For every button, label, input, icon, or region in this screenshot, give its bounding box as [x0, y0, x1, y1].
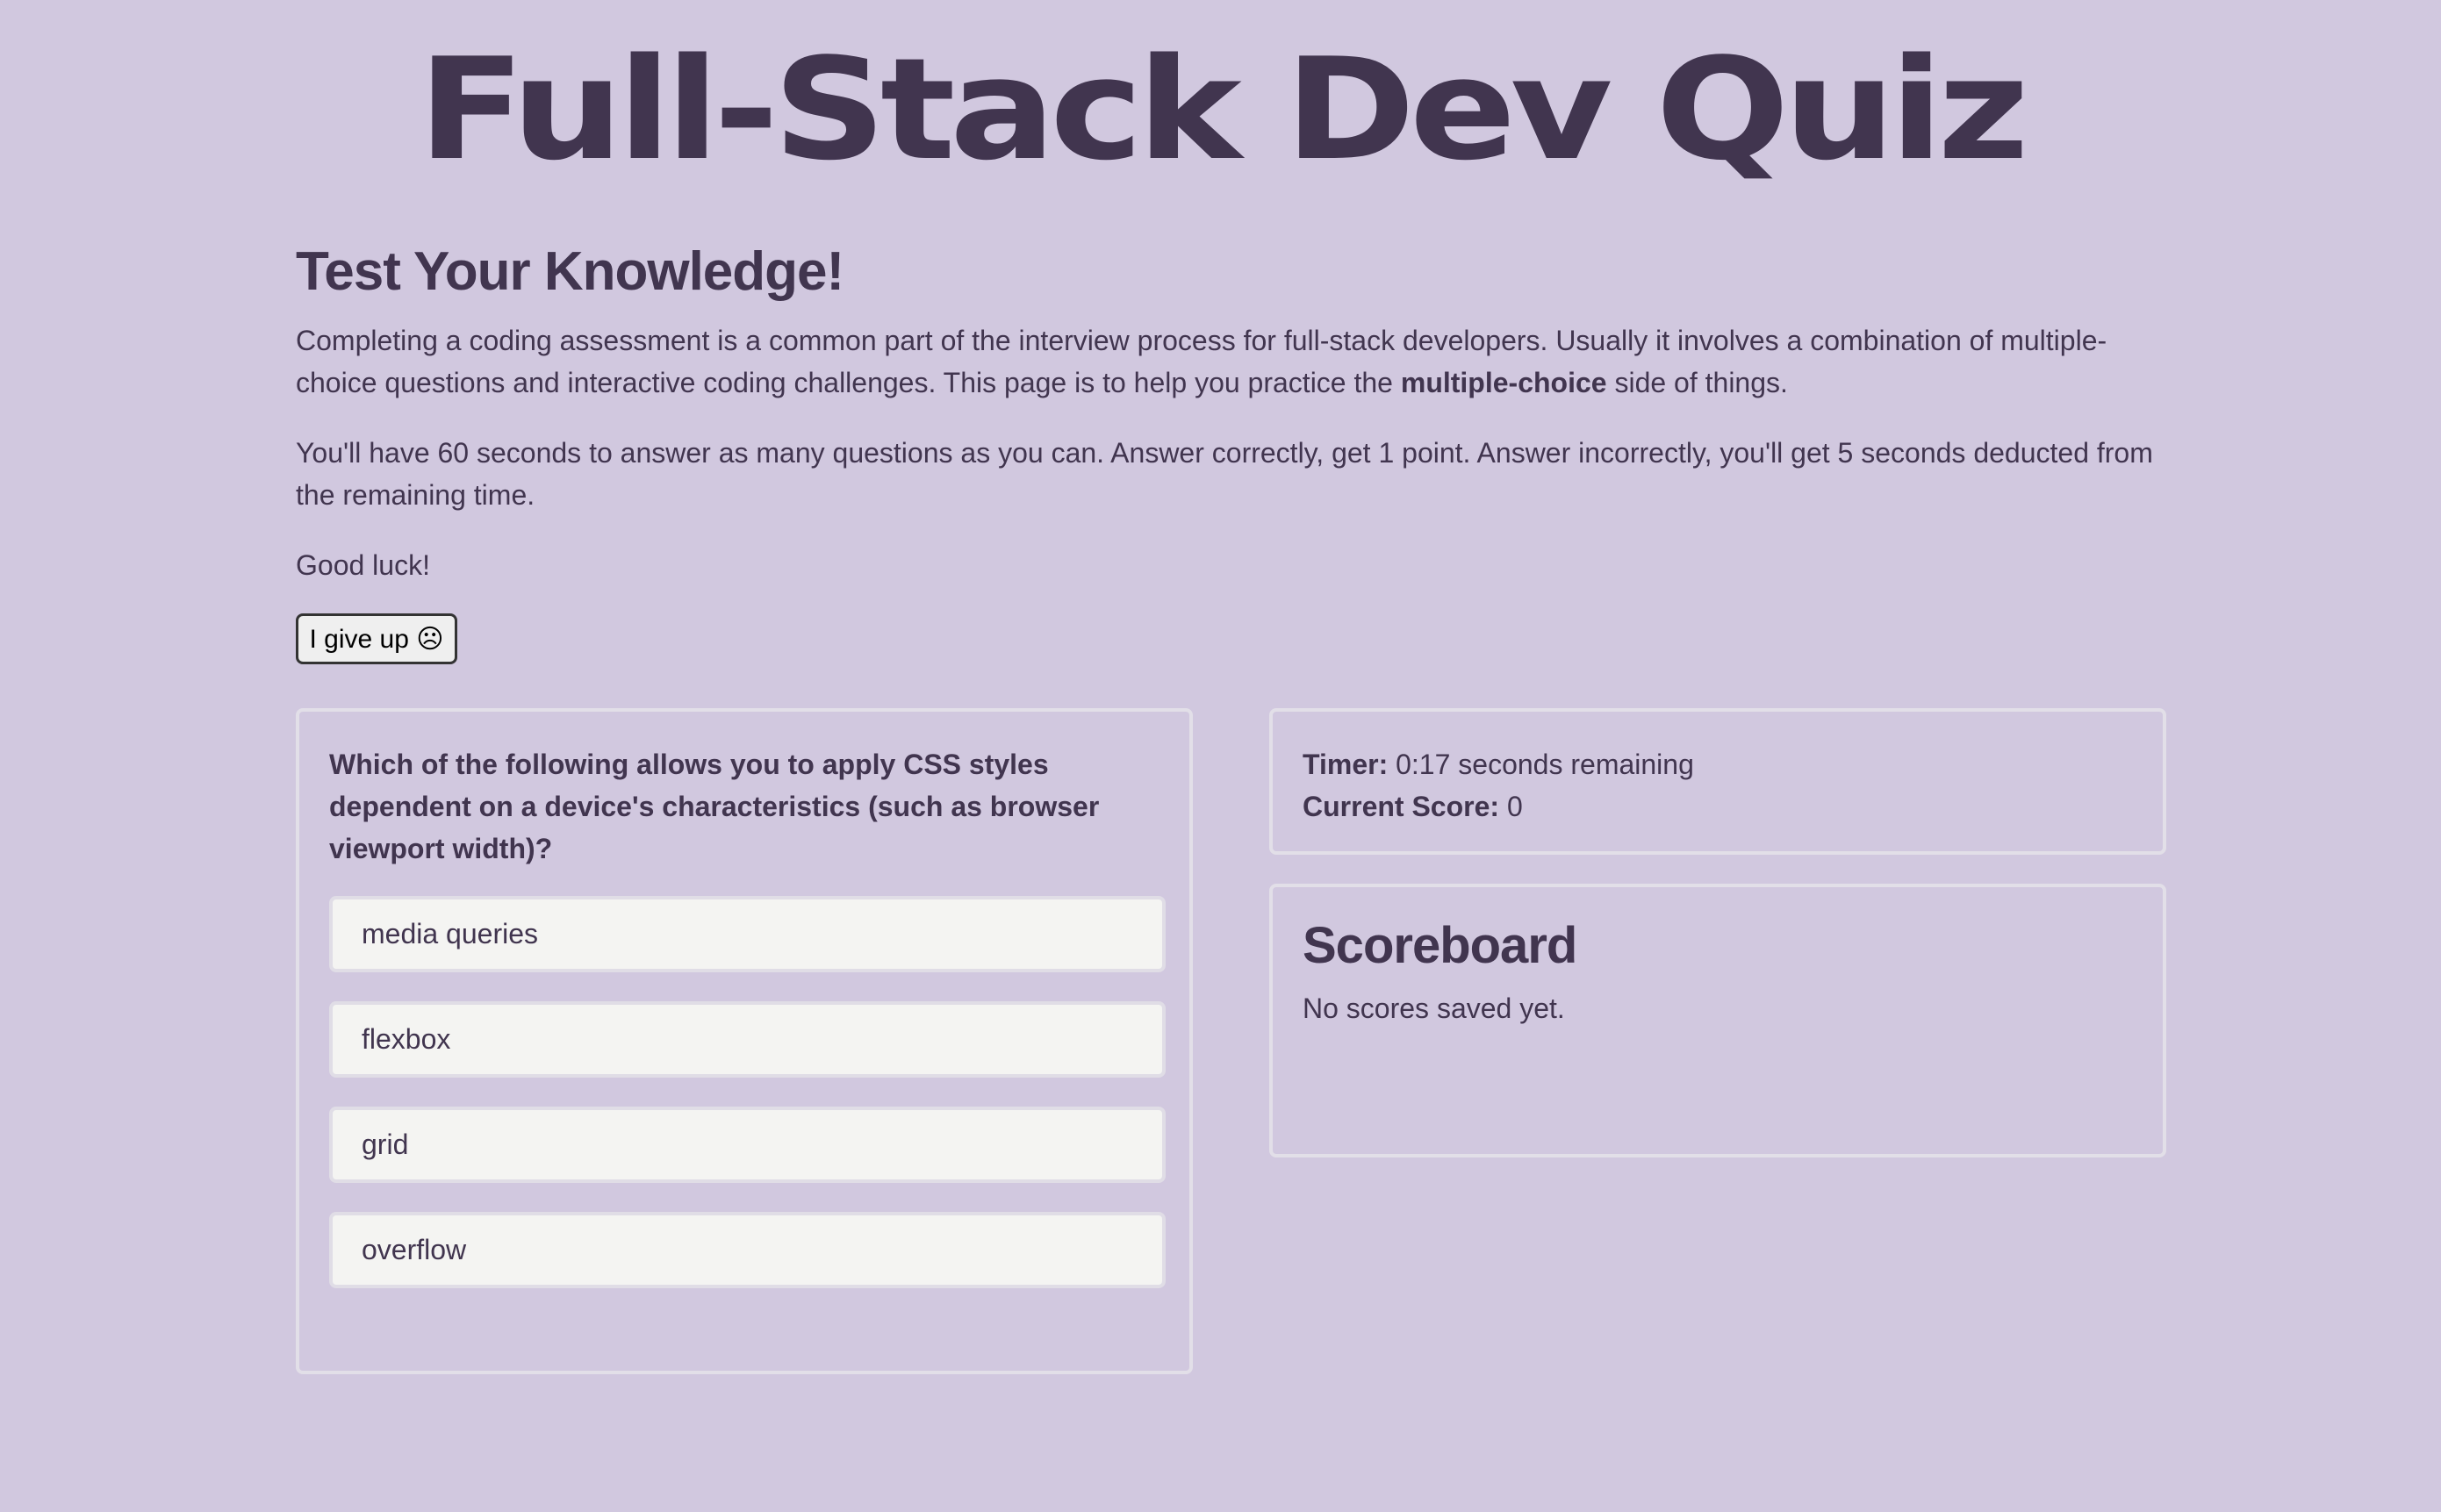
status-card: Timer: 0:17 seconds remaining Current Sc… [1269, 708, 2166, 855]
answer-option[interactable]: overflow [329, 1212, 1166, 1288]
answer-option[interactable]: media queries [329, 896, 1166, 972]
intro-paragraph-good-luck: Good luck! [296, 549, 430, 581]
scoreboard-heading: Scoreboard [1303, 917, 1577, 974]
answer-option[interactable]: flexbox [329, 1001, 1166, 1078]
score-row: Current Score: 0 [1303, 785, 2133, 828]
intro-heading: Test Your Knowledge! [296, 241, 844, 302]
question-text: Which of the following allows you to app… [329, 749, 1100, 864]
intro-bold-text: multiple-choice [1400, 367, 1607, 398]
intro-paragraph-rules: You'll have 60 seconds to answer as many… [296, 437, 2153, 511]
answer-option[interactable]: grid [329, 1107, 1166, 1183]
timer-label: Timer: [1303, 749, 1389, 780]
intro-text: Completing a coding assessment is a comm… [296, 325, 2107, 398]
question-card: Which of the following allows you to app… [296, 708, 1193, 1374]
score-value: 0 [1506, 791, 1523, 822]
intro-paragraph-description: Completing a coding assessment is a comm… [296, 319, 2174, 404]
scoreboard-empty-message: No scores saved yet. [1303, 992, 1565, 1024]
give-up-button[interactable]: I give up ☹ [296, 613, 457, 664]
scoreboard-card: Scoreboard No scores saved yet. [1269, 884, 2166, 1157]
intro-text-end: side of things. [1606, 367, 1788, 398]
timer-value: 0:17 seconds remaining [1396, 749, 1694, 780]
score-label: Current Score: [1303, 791, 1500, 822]
page-title: Full-Stack Dev Quiz [417, 27, 2029, 191]
intro-section: Test Your Knowledge! Completing a coding… [296, 237, 2174, 614]
timer-row: Timer: 0:17 seconds remaining [1303, 743, 2133, 785]
